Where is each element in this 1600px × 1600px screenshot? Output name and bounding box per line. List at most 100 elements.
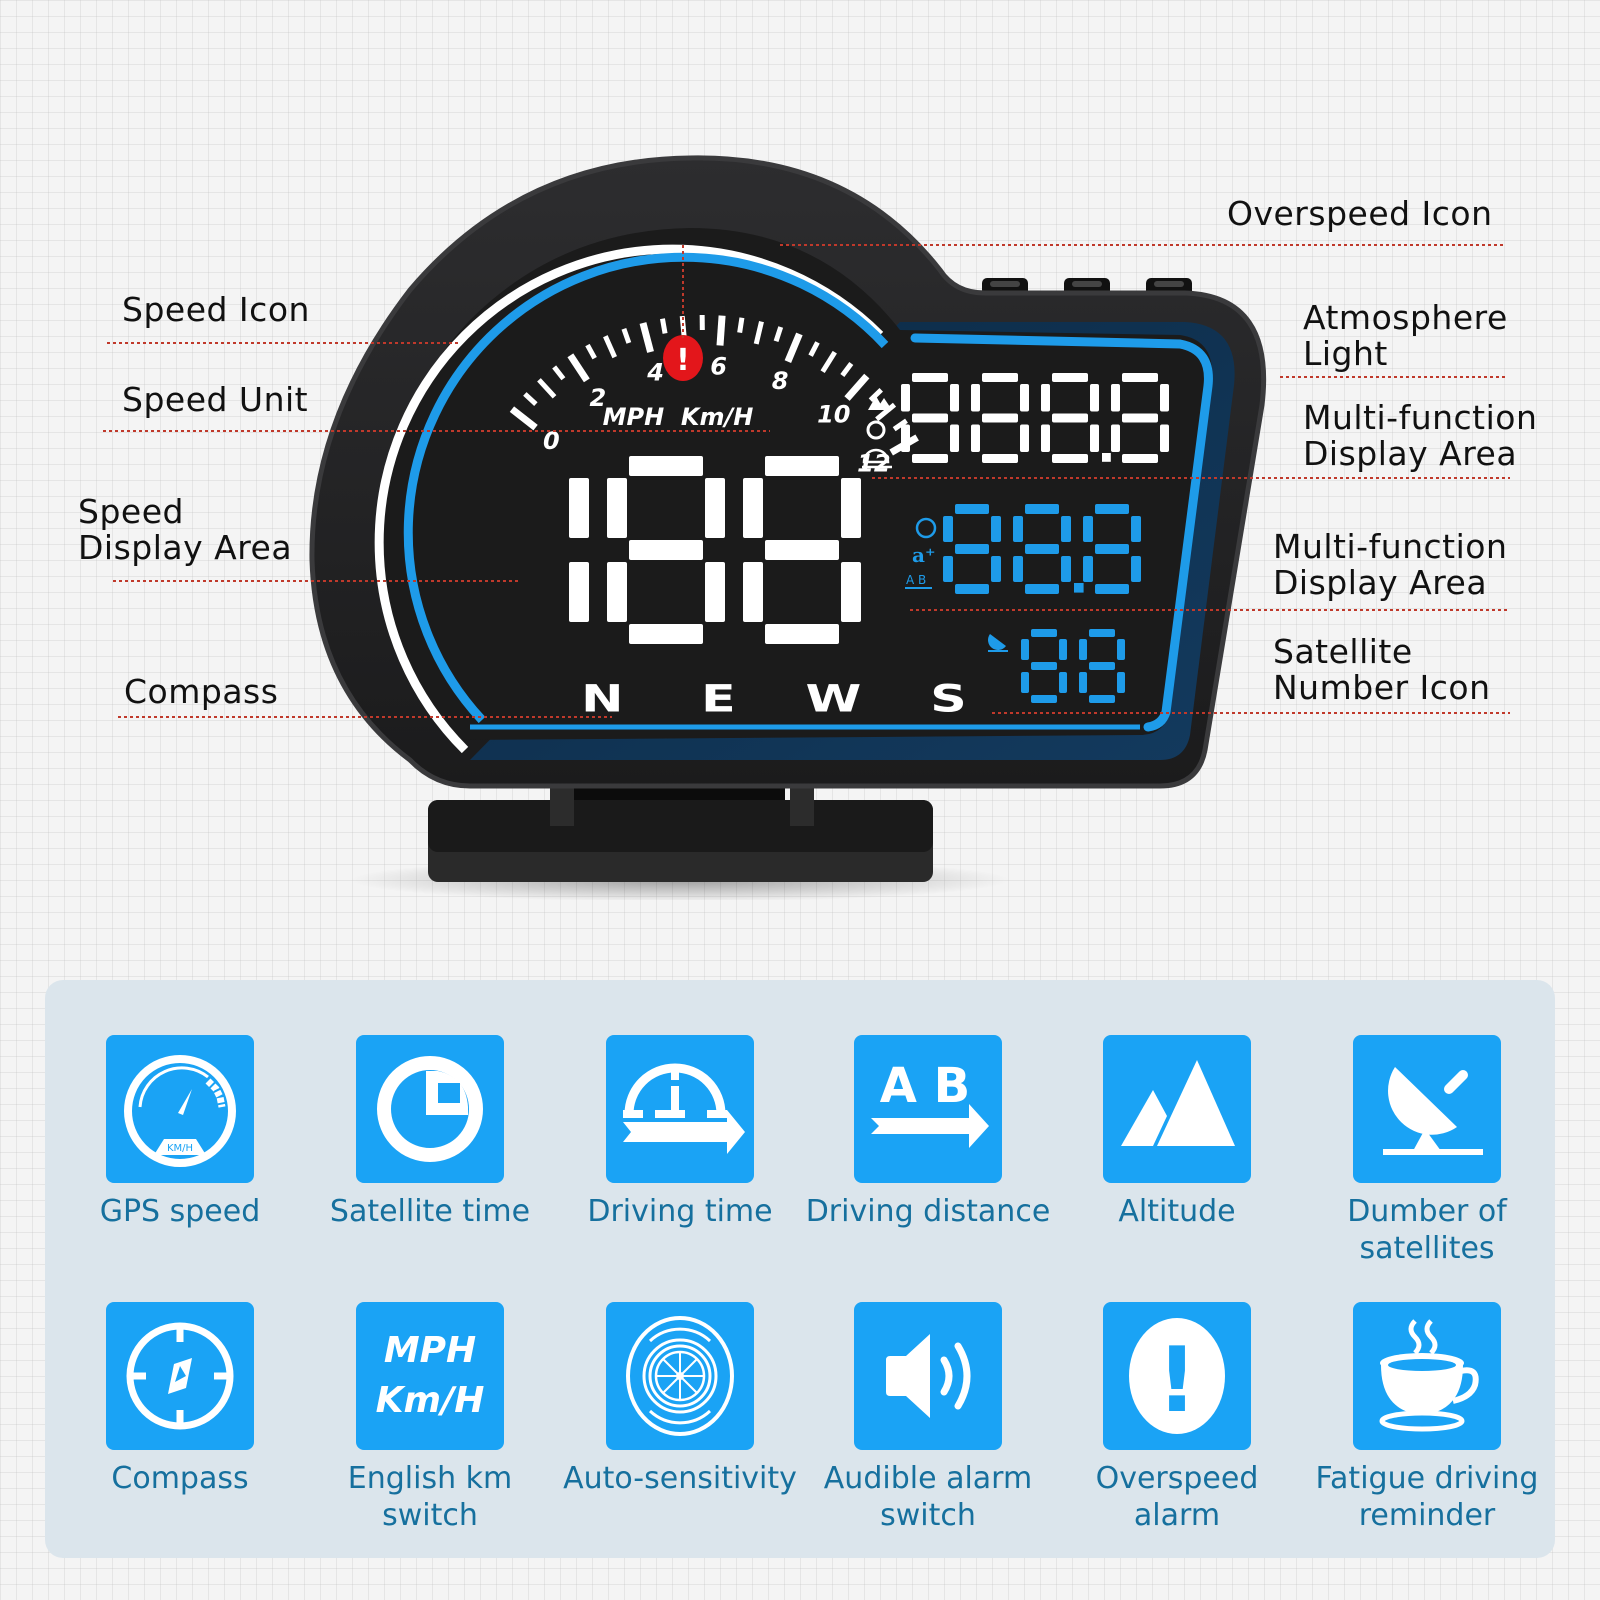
digit-segment bbox=[607, 478, 627, 538]
digit-segment bbox=[1031, 629, 1057, 637]
digit-segment bbox=[1013, 516, 1023, 542]
digit-segment bbox=[1095, 504, 1129, 514]
digit-segment bbox=[1059, 672, 1067, 693]
decimal-point bbox=[1074, 583, 1084, 593]
digit-segment bbox=[1122, 413, 1158, 423]
gauge-tick-label: 4 bbox=[646, 358, 664, 386]
digit-segment bbox=[841, 478, 861, 538]
digit-segment bbox=[705, 562, 725, 622]
feature-satellite-time: Satellite time bbox=[305, 1035, 555, 1230]
digit-segment bbox=[901, 384, 910, 412]
gauge-tick-label: 10 bbox=[817, 401, 850, 429]
sensitivity-icon bbox=[626, 1316, 734, 1436]
feature-label: Driving distance bbox=[805, 1194, 1051, 1229]
digit-segment bbox=[1131, 556, 1141, 582]
callout-speed-display-area: Speed Display Area bbox=[78, 492, 293, 567]
gauge-tick bbox=[737, 317, 745, 334]
compass-letter: S bbox=[930, 678, 966, 721]
decimal-point bbox=[1102, 453, 1111, 462]
digit-segment bbox=[841, 562, 861, 622]
unit-switch-icon: MPH Km/H bbox=[375, 1330, 485, 1421]
digit-segment bbox=[1061, 556, 1071, 582]
feature-gps-speed: KM/H GPS speed bbox=[55, 1035, 305, 1230]
digit-segment bbox=[1025, 544, 1059, 554]
gauge-tick-label: 6 bbox=[710, 352, 727, 380]
digit-segment bbox=[950, 384, 959, 412]
device-stand bbox=[350, 780, 1010, 900]
digit-segment bbox=[982, 373, 1018, 382]
digit-segment bbox=[1117, 672, 1125, 693]
ab-distance-icon: A B bbox=[871, 1058, 989, 1148]
feature-label: Compass bbox=[111, 1461, 249, 1496]
digit-segment bbox=[493, 624, 567, 644]
digit-segment bbox=[705, 478, 725, 538]
digit-segment bbox=[1041, 384, 1050, 412]
callout-speed-unit: Speed Unit bbox=[122, 380, 309, 419]
clock-icon bbox=[377, 1056, 483, 1162]
digit-segment bbox=[971, 384, 980, 412]
digit-segment bbox=[629, 456, 703, 476]
svg-text:KM/H: KM/H bbox=[167, 1143, 193, 1154]
digit-segment bbox=[765, 540, 839, 560]
feature-driving-distance: A B Driving distance bbox=[803, 1035, 1053, 1230]
digit-segment bbox=[950, 424, 959, 452]
feature-compass: Compass bbox=[55, 1302, 305, 1497]
digit-segment bbox=[1031, 695, 1057, 703]
exclamation-icon: ! bbox=[1129, 1318, 1225, 1434]
digit-segment bbox=[912, 413, 948, 423]
digit-segment bbox=[1117, 639, 1125, 660]
feature-auto-sensitivity: Auto-sensitivity bbox=[555, 1302, 805, 1497]
digit-segment bbox=[1122, 373, 1158, 382]
digit-segment bbox=[1025, 584, 1059, 594]
svg-text:!: ! bbox=[1156, 1328, 1197, 1433]
feature-label: Altitude bbox=[1118, 1194, 1236, 1229]
digit-segment bbox=[1111, 424, 1120, 452]
digit-segment bbox=[1052, 413, 1088, 423]
digit-segment bbox=[1089, 629, 1115, 637]
satellite-dish-icon bbox=[1383, 1067, 1483, 1155]
digit-segment bbox=[765, 456, 839, 476]
feature-label: Audible alarm switch bbox=[823, 1461, 1033, 1533]
digit-segment bbox=[1090, 424, 1099, 452]
compass-letter: E bbox=[701, 678, 736, 721]
callout-multi-function-display-1: Multi-function Display Area bbox=[1303, 398, 1538, 473]
digit-segment bbox=[1090, 384, 1099, 412]
digit-segment bbox=[912, 454, 948, 463]
digit-segment bbox=[1111, 384, 1120, 412]
digit-segment bbox=[629, 540, 703, 560]
digit-segment bbox=[1041, 424, 1050, 452]
speed-unit-label: MPH Km/H bbox=[603, 403, 754, 431]
digit-segment bbox=[1025, 504, 1059, 514]
digit-segment bbox=[493, 456, 567, 476]
digit-segment bbox=[1021, 639, 1029, 660]
digit-segment bbox=[1095, 584, 1129, 594]
mountain-icon bbox=[1121, 1060, 1235, 1146]
overspeed-symbol: ! bbox=[676, 343, 690, 378]
digit-segment bbox=[982, 413, 1018, 423]
callout-overspeed-icon: Overspeed Icon bbox=[1227, 194, 1493, 233]
digit-segment bbox=[607, 562, 627, 622]
digit-segment bbox=[991, 516, 1001, 542]
digit-segment bbox=[471, 478, 491, 538]
digit-segment bbox=[493, 540, 567, 560]
feature-english-km-switch: MPH Km/H English km switch bbox=[305, 1302, 555, 1534]
ab-mini-icon: A B bbox=[906, 573, 926, 587]
compass-letter: W bbox=[806, 678, 862, 721]
digit-segment bbox=[569, 562, 589, 622]
callout-multi-function-display-2: Multi-function Display Area bbox=[1273, 527, 1508, 602]
digit-segment bbox=[982, 454, 1018, 463]
callout-compass: Compass bbox=[124, 672, 279, 711]
feature-label: GPS speed bbox=[99, 1194, 261, 1229]
digit-segment bbox=[971, 424, 980, 452]
digit-segment bbox=[1052, 373, 1088, 382]
digit-segment bbox=[569, 478, 589, 538]
feature-overspeed-alarm: ! Overspeed alarm bbox=[1052, 1302, 1302, 1534]
digit-segment bbox=[1131, 516, 1141, 542]
digit-segment bbox=[1089, 662, 1115, 670]
svg-text:A B: A B bbox=[880, 1058, 970, 1114]
digit-segment bbox=[1079, 672, 1087, 693]
digit-segment bbox=[471, 562, 491, 622]
feature-fatigue-driving-reminder: Fatigue driving reminder bbox=[1302, 1302, 1552, 1534]
feature-audible-alarm-switch: Audible alarm switch bbox=[803, 1302, 1053, 1534]
feature-driving-time: Driving time bbox=[555, 1035, 805, 1230]
